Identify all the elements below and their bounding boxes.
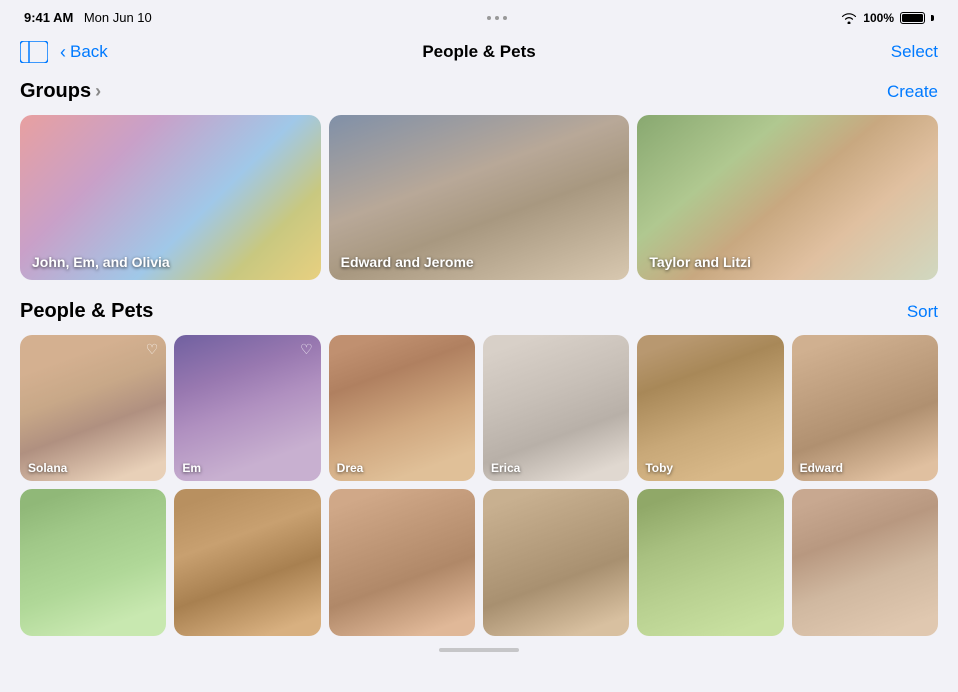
person-name-edward: Edward: [800, 461, 843, 475]
groups-chevron-icon: ›: [95, 81, 101, 102]
back-button[interactable]: ‹ Back: [60, 42, 108, 63]
person-name-erica: Erica: [491, 461, 520, 475]
groups-title: Groups: [20, 80, 91, 103]
person-card-row2-3[interactable]: [329, 489, 475, 635]
groups-grid: John, Em, and Olivia Edward and Jerome T…: [20, 115, 938, 280]
person-name-em: Em: [182, 461, 201, 475]
people-grid-row2: [20, 489, 938, 635]
main-content: Groups › Create John, Em, and Olivia Edw…: [0, 76, 958, 652]
back-chevron-icon: ‹: [60, 42, 66, 63]
person-card-row2-4[interactable]: [483, 489, 629, 635]
status-center-dots: [487, 16, 507, 20]
status-time-date: 9:41 AM Mon Jun 10: [24, 9, 152, 27]
person-card-toby[interactable]: Toby: [637, 335, 783, 481]
sort-button[interactable]: Sort: [907, 302, 938, 322]
nav-bar: ‹ Back People & Pets Select: [0, 32, 958, 76]
device-frame: 9:41 AM Mon Jun 10 100%: [0, 0, 958, 692]
group-card-1[interactable]: John, Em, and Olivia: [20, 115, 321, 280]
person-card-drea[interactable]: Drea: [329, 335, 475, 481]
nav-left: ‹ Back: [20, 41, 108, 63]
people-section-header: People & Pets Sort: [20, 300, 938, 323]
person-name-drea: Drea: [337, 461, 364, 475]
person-card-erica[interactable]: Erica: [483, 335, 629, 481]
wifi-icon: [841, 12, 857, 24]
status-date: Mon Jun 10: [84, 10, 152, 25]
status-time: 9:41 AM: [24, 10, 73, 25]
nav-right: Select: [891, 42, 938, 62]
person-card-solana[interactable]: ♡ Solana: [20, 335, 166, 481]
group-label-2: Edward and Jerome: [341, 254, 474, 270]
person-card-row2-2[interactable]: [174, 489, 320, 635]
status-right: 100%: [841, 11, 934, 25]
select-button[interactable]: Select: [891, 42, 938, 61]
create-button[interactable]: Create: [887, 82, 938, 102]
heart-icon-em: ♡: [300, 341, 313, 358]
people-grid-row1: ♡ Solana ♡ Em Drea Erica Toby Edward: [20, 335, 938, 481]
groups-section-header: Groups › Create: [20, 80, 938, 103]
heart-icon-solana: ♡: [146, 341, 159, 358]
sidebar-icon[interactable]: [20, 41, 48, 63]
dot-1: [487, 16, 491, 20]
people-title: People & Pets: [20, 300, 153, 323]
group-label-1: John, Em, and Olivia: [32, 254, 170, 270]
dot-3: [503, 16, 507, 20]
battery-icon: [900, 12, 925, 24]
dot-2: [495, 16, 499, 20]
person-card-row2-5[interactable]: [637, 489, 783, 635]
scroll-pill: [439, 648, 519, 652]
group-label-3: Taylor and Litzi: [649, 254, 751, 270]
back-label: Back: [70, 42, 108, 62]
person-card-edward[interactable]: Edward: [792, 335, 938, 481]
person-card-row2-6[interactable]: [792, 489, 938, 635]
person-card-em[interactable]: ♡ Em: [174, 335, 320, 481]
person-name-toby: Toby: [645, 461, 673, 475]
person-name-solana: Solana: [28, 461, 67, 475]
battery-percent: 100%: [863, 11, 894, 25]
group-card-3[interactable]: Taylor and Litzi: [637, 115, 938, 280]
person-card-row2-1[interactable]: [20, 489, 166, 635]
battery-tip: [931, 15, 934, 21]
group-card-2[interactable]: Edward and Jerome: [329, 115, 630, 280]
groups-title-row: Groups ›: [20, 80, 101, 103]
scroll-indicator: [20, 648, 938, 652]
page-title: People & Pets: [422, 42, 535, 62]
status-bar: 9:41 AM Mon Jun 10 100%: [0, 0, 958, 32]
battery-fill: [902, 14, 923, 22]
